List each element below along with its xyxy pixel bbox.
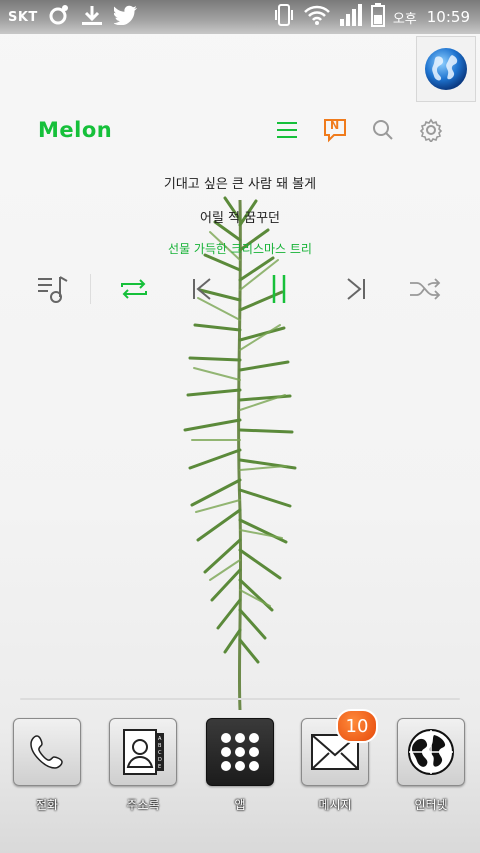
ampm-label: 오후: [392, 11, 417, 27]
dock-label-phone: 전화: [35, 798, 59, 812]
battery-icon: [370, 3, 385, 31]
dock-label-internet: 인터넷: [414, 798, 448, 812]
previous-track-icon[interactable]: [181, 266, 223, 312]
lyric-line-current: 선물 가득한 크리스마스 트리: [168, 242, 312, 256]
controls-divider: [90, 274, 91, 304]
vibrate-icon: [273, 3, 295, 31]
melon-logo[interactable]: Melon: [38, 118, 112, 142]
svg-text:B: B: [158, 743, 162, 749]
status-bar: SKT 오후 10:59: [0, 0, 480, 34]
melon-widget-header: Melon N: [0, 110, 480, 150]
signal-icon: [339, 3, 363, 31]
internet-globe-icon[interactable]: [397, 718, 465, 786]
playlist-icon[interactable]: [32, 266, 74, 312]
playback-controls: [0, 266, 480, 312]
pause-button[interactable]: [258, 266, 300, 312]
clock: 10:59: [426, 8, 470, 26]
menu-icon[interactable]: [273, 116, 301, 144]
svg-text:C: C: [158, 750, 162, 756]
lyric-line-2: 어릴 적 꿈꾸던: [199, 211, 281, 226]
next-track-icon[interactable]: [335, 266, 377, 312]
sync-icon: [48, 4, 70, 30]
dock-item-contacts[interactable]: ABCDE 주소록: [108, 718, 178, 813]
settings-gear-icon[interactable]: [417, 116, 445, 144]
unread-count-badge: 10: [336, 709, 378, 743]
download-icon: [80, 4, 104, 30]
dock-item-internet[interactable]: 인터넷: [396, 718, 466, 813]
svg-text:E: E: [158, 764, 161, 770]
dock-divider: [20, 698, 460, 700]
carrier-label: SKT: [8, 9, 38, 25]
dock-item-apps[interactable]: 앱: [205, 718, 275, 813]
wifi-icon: [303, 4, 331, 30]
notification-letter: N: [330, 119, 340, 132]
contacts-icon[interactable]: ABCDE: [109, 718, 177, 786]
shuffle-icon[interactable]: [404, 266, 446, 312]
lyric-line-1: 기대고 싶은 큰 사람 돼 볼게: [163, 177, 317, 192]
repeat-icon[interactable]: [113, 266, 155, 312]
apps-grid-icon[interactable]: [206, 718, 274, 786]
svg-text:A: A: [158, 736, 162, 742]
dock-label-messages: 메시지: [318, 798, 352, 812]
message-icon[interactable]: 10: [301, 709, 378, 786]
twitter-icon: [112, 5, 138, 29]
phone-icon[interactable]: [13, 718, 81, 786]
svg-text:D: D: [158, 757, 162, 763]
search-icon[interactable]: [369, 116, 397, 144]
notification-icon[interactable]: N: [321, 116, 349, 144]
globe-shortcut[interactable]: [416, 36, 476, 102]
dock-label-apps: 앱: [234, 798, 246, 812]
dock-item-messages[interactable]: 10 메시지: [300, 709, 378, 813]
dock-item-phone[interactable]: 전화: [12, 718, 82, 813]
dock-label-contacts: 주소록: [126, 798, 160, 812]
globe-icon: [425, 48, 467, 90]
rosemary-wallpaper: [183, 196, 297, 710]
app-dock: 전화 ABCDE 주소록 앱 10 메시지 인터넷: [0, 709, 480, 838]
